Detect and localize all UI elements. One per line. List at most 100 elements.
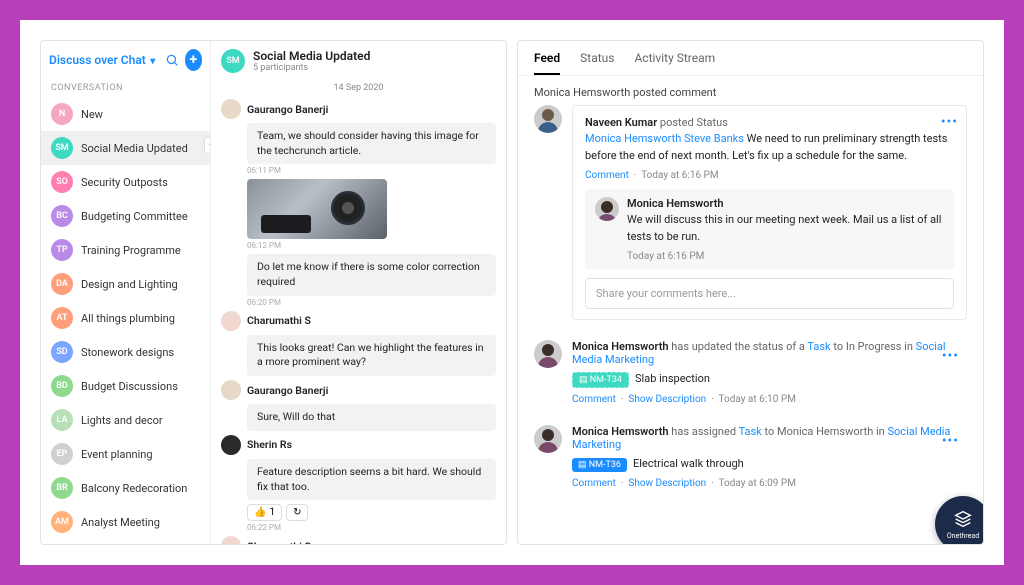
conversation-label: Budget Discussions <box>81 380 178 393</box>
feed-card: ••• Monica Hemsworth has assigned Task t… <box>572 425 967 489</box>
conversation-avatar: SO <box>51 171 73 193</box>
message-author-row: Gaurango Banerji <box>221 380 496 400</box>
task-badge[interactable]: ▤ NM-T34 <box>572 372 629 388</box>
feed-mentions[interactable]: Monica Hemsworth Steve Banks <box>585 132 744 145</box>
comment-time: Today at 6:16 PM <box>627 251 944 262</box>
feed-tab[interactable]: Status <box>580 51 614 75</box>
conversation-label: Analyst Meeting <box>81 516 160 529</box>
conversation-label: Balcony Redecoration <box>81 482 187 495</box>
chat-sidebar-header: Discuss over Chat ▾ + <box>41 41 210 79</box>
conversation-avatar: EP <box>51 443 73 465</box>
task-link[interactable]: Task <box>739 425 762 438</box>
conversation-item[interactable]: AMAnalyst Meeting <box>41 505 210 539</box>
message-author: Gaurango Banerji <box>247 103 328 116</box>
task-link[interactable]: Task <box>807 340 830 353</box>
feed-time: Today at 6:09 PM <box>719 478 796 489</box>
conversation-label: New <box>81 108 103 121</box>
message-author-row: Charumathi S <box>221 311 496 331</box>
conversation-item[interactable]: BC Budgeting Committee <box>41 199 210 233</box>
conversation-avatar: SM <box>51 137 73 159</box>
message-image[interactable] <box>247 179 387 239</box>
message-bubble: Do let me know if there is some color co… <box>247 254 496 295</box>
more-icon[interactable]: ••• <box>941 114 958 130</box>
feed-tab[interactable]: Activity Stream <box>634 51 715 75</box>
room-title: Social Media Updated <box>253 49 370 63</box>
conversation-item[interactable]: SM Social Media Updated ••• <box>41 131 210 165</box>
conversation-avatar: AT <box>51 307 73 329</box>
task-title: Electrical walk through <box>633 457 744 470</box>
feed-item: ••• Monica Hemsworth has updated the sta… <box>534 340 967 415</box>
feed-author: Monica Hemsworth <box>572 425 669 438</box>
task-badge[interactable]: ▤ NM-T36 <box>572 458 627 472</box>
conversation-label: Security Outposts <box>81 176 168 189</box>
conversation-item[interactable]: EP Event planning <box>41 437 210 471</box>
comment-author: Monica Hemsworth <box>627 197 944 210</box>
comment-link[interactable]: Comment <box>585 170 629 181</box>
conversation-label: Training Programme <box>81 244 181 257</box>
conversation-avatar: DA <box>51 273 73 295</box>
feed-time: Today at 6:10 PM <box>719 394 796 405</box>
comment-avatar <box>595 197 619 221</box>
show-description-link[interactable]: Show Description <box>628 478 706 489</box>
show-description-link[interactable]: Show Description <box>628 394 706 405</box>
message-avatar <box>221 99 241 119</box>
nested-comment: Monica Hemsworth We will discuss this in… <box>585 189 954 270</box>
message-bubble: Feature description seems a bit hard. We… <box>247 459 496 500</box>
conversation-item[interactable]: DADesign and Lighting <box>41 267 210 301</box>
conversation-item[interactable]: AT All things plumbing <box>41 301 210 335</box>
conversation-label: All things plumbing <box>81 312 175 325</box>
conversation-avatar: LA <box>51 409 73 431</box>
feed-author: Monica Hemsworth <box>572 340 669 353</box>
conversation-label: Event planning <box>81 448 153 461</box>
add-chat-button[interactable]: + <box>185 49 202 71</box>
comment-link[interactable]: Comment <box>572 394 616 405</box>
chat-dropdown[interactable]: Discuss over Chat ▾ <box>49 53 155 67</box>
conversation-label: Budgeting Committee <box>81 210 188 223</box>
message-author: Gaurango Banerji <box>247 384 328 397</box>
search-icon[interactable] <box>163 49 180 71</box>
message-bubble: This looks great! Can we highlight the f… <box>247 335 496 376</box>
feed-tabs: Feed Status Activity Stream <box>518 41 983 76</box>
feed-panel: Feed Status Activity Stream Monica Hemswor… <box>517 40 984 545</box>
conversation-list: NNew SM Social Media Updated ••• SO Security … <box>41 97 210 544</box>
conversation-item[interactable]: SDStonework designs <box>41 335 210 369</box>
room-subtitle: 5 participants <box>253 63 370 73</box>
feed-author: Naveen Kumar <box>585 116 657 129</box>
comment-input[interactable]: Share your comments here... <box>585 278 954 309</box>
message-time: 06:11 PM <box>247 166 496 175</box>
message-author-row: Gaurango Banerji <box>221 99 496 119</box>
reaction-add[interactable]: ↻ <box>286 504 308 521</box>
reaction-thumbsup[interactable]: 👍 1 <box>247 504 282 521</box>
message-author: Sherin Rs <box>247 438 292 451</box>
comment-body: We will discuss this in our meeting next… <box>627 212 944 245</box>
conversation-item[interactable]: BRBalcony Redecoration <box>41 471 210 505</box>
conversation-item[interactable]: NNew <box>41 97 210 131</box>
brand-logo: Onethread <box>935 496 984 545</box>
date-separator: 14 Sep 2020 <box>211 81 506 95</box>
feed-tab[interactable]: Feed <box>534 51 560 75</box>
message-author-row: Sherin Rs <box>221 435 496 455</box>
message-author-row: Charumathi S <box>221 536 496 544</box>
conversation-avatar: BC <box>51 205 73 227</box>
conversation-avatar: SD <box>51 341 73 363</box>
feed-subheader: Monica Hemsworth posted comment <box>518 76 983 105</box>
comment-link[interactable]: Comment <box>572 478 616 489</box>
conversation-item[interactable]: LALights and decor <box>41 403 210 437</box>
message-bubble: Team, we should consider having this ima… <box>247 123 496 164</box>
feed-item: ••• Monica Hemsworth has assigned Task t… <box>534 425 967 499</box>
feed-time: Today at 6:16 PM <box>641 170 718 181</box>
caret-down-icon: ▾ <box>148 56 156 67</box>
conversation-item[interactable]: TPTraining Programme <box>41 233 210 267</box>
feed-card: ••• Monica Hemsworth has updated the sta… <box>572 340 967 405</box>
feed-item: ••• Naveen Kumar posted Status Monica He… <box>534 105 967 330</box>
conversation-item[interactable]: BD Budget Discussions <box>41 369 210 403</box>
conversation-label: Social Media Updated <box>81 142 188 155</box>
conversation-avatar: BD <box>51 375 73 397</box>
feed-card: ••• Naveen Kumar posted Status Monica He… <box>572 105 967 320</box>
chat-panel: Discuss over Chat ▾ + CONVERSATION NNewS… <box>40 40 507 545</box>
task-title: Slab inspection <box>635 372 710 385</box>
more-icon[interactable]: ••• <box>204 137 210 154</box>
section-label: CONVERSATION <box>41 79 210 97</box>
chat-main: SM Social Media Updated 5 participants 1… <box>211 41 506 544</box>
conversation-item[interactable]: SO Security Outposts <box>41 165 210 199</box>
